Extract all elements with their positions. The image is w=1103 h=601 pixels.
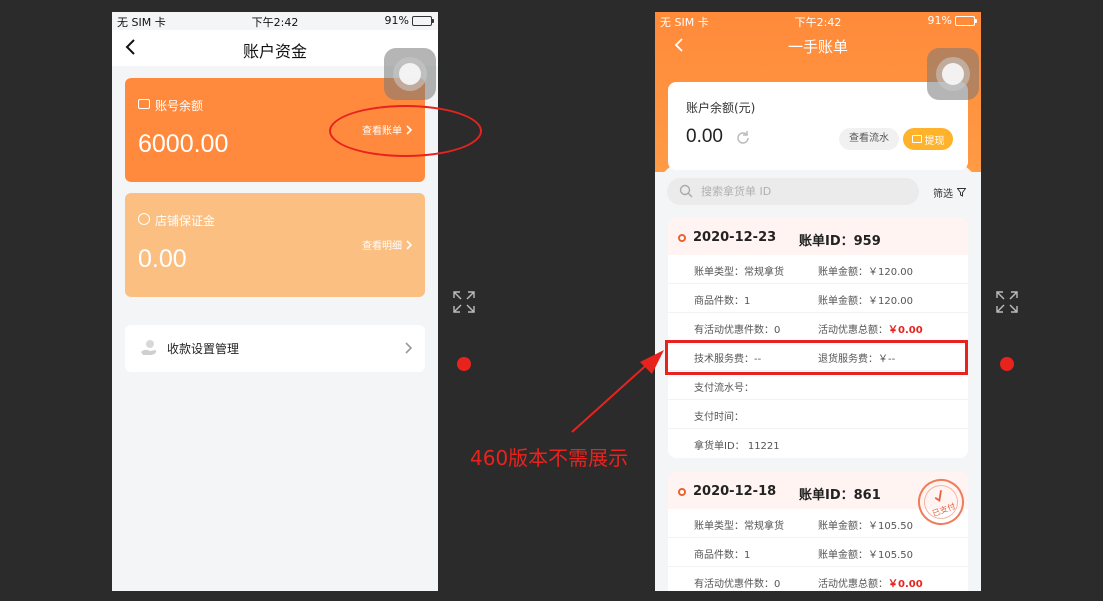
bill-card[interactable]: 2020-12-18 账单ID：861 账单类型：常规拿货 账单金额：￥105.… xyxy=(668,472,968,591)
payment-settings-label: 收款设置管理 xyxy=(167,342,240,356)
bill-row: 有活动优惠件数：0 活动优惠总额：￥0.00 xyxy=(668,567,968,591)
view-details-link[interactable]: 查看明细 xyxy=(362,237,413,252)
withdraw-label: 提现 xyxy=(924,135,945,147)
chevron-right-icon xyxy=(406,239,413,250)
refresh-icon[interactable] xyxy=(736,130,750,144)
bill-field: 有活动优惠件数：0 xyxy=(694,579,781,590)
bill-row: 拿货单ID： 11221 xyxy=(668,429,968,458)
annotation-arrow-icon xyxy=(571,350,664,433)
search-bar xyxy=(667,178,919,205)
bill-field: 账单类型：常规拿货 xyxy=(694,521,784,532)
chevron-right-icon xyxy=(405,342,413,354)
battery-icon xyxy=(955,15,977,26)
expand-icon[interactable] xyxy=(453,291,475,313)
status-dot-icon xyxy=(678,488,686,496)
status-bar: 无 SIM 卡 下午2:42 91% xyxy=(112,12,438,30)
bill-field: 商品件数：1 xyxy=(694,296,751,307)
status-bar: 无 SIM 卡 下午2:42 91% xyxy=(655,12,981,30)
bill-field: 支付流水号： xyxy=(694,383,754,394)
bill-field: 支付时间： xyxy=(694,412,744,423)
bill-field: 活动优惠总额：￥0.00 xyxy=(818,325,923,336)
red-dot-marker xyxy=(457,357,471,371)
bill-row: 商品件数：1 账单金额：￥105.50 xyxy=(668,538,968,567)
bill-id: 账单ID：959 xyxy=(799,234,881,249)
red-dot-marker xyxy=(1000,357,1014,371)
view-details-label: 查看明细 xyxy=(362,241,402,252)
bill-id: 账单ID：861 xyxy=(799,488,881,503)
bill-field: 账单金额：￥105.50 xyxy=(818,550,913,561)
payment-settings-row[interactable]: 收款设置管理 xyxy=(125,325,425,372)
payment-hand-icon xyxy=(141,340,157,355)
bill-row: 账单类型：常规拿货 账单金额：￥120.00 xyxy=(668,255,968,284)
bill-field: 有活动优惠件数：0 xyxy=(694,325,781,336)
filter-button[interactable]: 筛选 xyxy=(933,185,966,200)
account-balance-amount: 6000.00 xyxy=(138,130,229,158)
deposit-icon xyxy=(138,213,150,225)
bill-row: 支付流水号： xyxy=(668,371,968,400)
balance-amount: 0.00 xyxy=(686,126,723,147)
discount-amount: ￥0.00 xyxy=(888,579,923,590)
phone-screen-bills: 无 SIM 卡 下午2:42 91% 一手账单 账户余额(元) 0.00 查看流… xyxy=(655,12,981,591)
balance-card: 账户余额(元) 0.00 查看流水 提现 xyxy=(668,82,968,170)
battery-indicator: 91% xyxy=(927,14,977,27)
bill-field: 商品件数：1 xyxy=(694,550,751,561)
withdraw-button[interactable]: 提现 xyxy=(903,128,953,150)
bill-field: 账单金额：￥120.00 xyxy=(818,267,913,278)
store-deposit-label: 店铺保证金 xyxy=(155,214,216,228)
battery-icon xyxy=(412,15,434,26)
store-deposit-card: 店铺保证金 0.00 查看明细 xyxy=(125,193,425,297)
bill-field: 账单类型：常规拿货 xyxy=(694,267,784,278)
assistive-touch-button[interactable] xyxy=(384,48,436,100)
filter-funnel-icon xyxy=(957,188,966,197)
annotation-highlight-box xyxy=(665,340,968,375)
bill-row: 支付时间： xyxy=(668,400,968,429)
account-balance-label: 账号余额 xyxy=(155,99,204,113)
view-flow-button[interactable]: 查看流水 xyxy=(839,128,899,150)
assistive-touch-button[interactable] xyxy=(927,48,979,100)
card-icon xyxy=(911,135,922,143)
discount-amount: ￥0.00 xyxy=(888,325,923,336)
bill-field: 账单金额：￥120.00 xyxy=(818,296,913,307)
battery-indicator: 91% xyxy=(384,14,434,27)
store-deposit-amount: 0.00 xyxy=(138,245,187,273)
battery-percent: 91% xyxy=(927,14,952,27)
search-input[interactable] xyxy=(701,178,901,205)
balance-label: 账户余额(元) xyxy=(686,101,756,115)
bill-row: 有活动优惠件数：0 活动优惠总额：￥0.00 xyxy=(668,313,968,342)
search-icon xyxy=(679,184,693,198)
bill-field: 拿货单ID： 11221 xyxy=(694,441,780,452)
bill-field: 账单金额：￥105.50 xyxy=(818,521,913,532)
bill-header: 2020-12-23 账单ID：959 xyxy=(668,218,968,255)
phone-screen-account-funds: 无 SIM 卡 下午2:42 91% 账户资金 账号余额 6000.00 查看账… xyxy=(112,12,438,591)
bill-date: 2020-12-18 xyxy=(693,484,777,499)
bill-card[interactable]: 2020-12-23 账单ID：959 账单类型：常规拿货 账单金额：￥120.… xyxy=(668,218,968,458)
battery-percent: 91% xyxy=(384,14,409,27)
wallet-icon xyxy=(138,99,150,109)
filter-label: 筛选 xyxy=(933,189,953,200)
status-dot-icon xyxy=(678,234,686,242)
annotation-note: 460版本不需展示 xyxy=(470,446,629,470)
expand-icon[interactable] xyxy=(996,291,1018,313)
bill-row: 商品件数：1 账单金额：￥120.00 xyxy=(668,284,968,313)
annotation-ellipse xyxy=(329,105,482,157)
bill-field: 活动优惠总额：￥0.00 xyxy=(818,579,923,590)
bill-date: 2020-12-23 xyxy=(693,230,777,245)
